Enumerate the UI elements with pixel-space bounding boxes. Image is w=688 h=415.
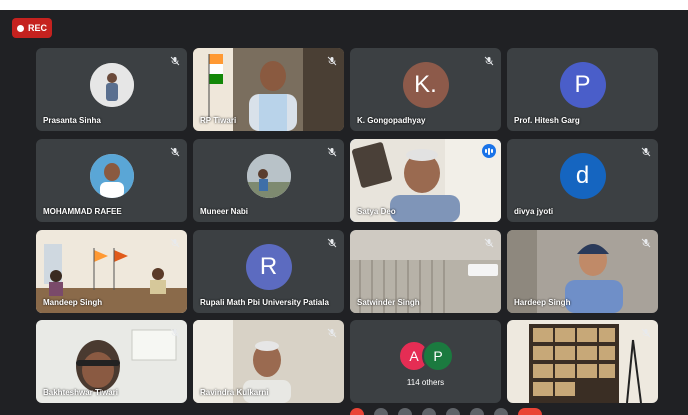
mic-off-icon	[482, 236, 495, 249]
participant-name: MOHAMMAD RAFEE	[43, 207, 122, 216]
mic-off-icon	[325, 54, 338, 67]
participant-tile[interactable]: Ravindra Kulkarni	[193, 320, 344, 403]
participant-avatar: P	[559, 62, 606, 109]
recording-badge: REC	[12, 18, 52, 38]
participant-avatar: d	[559, 153, 606, 200]
participant-tile[interactable]: MOHAMMAD RAFEE	[36, 139, 187, 222]
control-button-edge[interactable]	[446, 408, 460, 415]
mic-off-icon	[168, 54, 181, 67]
participant-avatar: K.	[402, 62, 449, 109]
participant-tile[interactable]: RP Tiwari	[193, 48, 344, 131]
control-button-edge[interactable]	[470, 408, 484, 415]
participant-name: Ravindra Kulkarni	[200, 388, 269, 397]
mic-off-icon	[168, 145, 181, 158]
participant-name: Prof. Hitesh Garg	[514, 116, 580, 125]
participant-name: RP Tiwari	[200, 116, 237, 125]
participant-tile[interactable]: Muneer Nabi	[193, 139, 344, 222]
participant-name: Bakhteshwar Tiwari	[43, 388, 118, 397]
mic-off-icon	[168, 236, 181, 249]
end-call-button-edge[interactable]	[518, 408, 542, 415]
participant-tile[interactable]: P Prof. Hitesh Garg	[507, 48, 658, 131]
participant-photo	[89, 63, 134, 108]
control-button-edge[interactable]	[422, 408, 436, 415]
participant-grid: Prasanta Sinha RP Tiwari K. K. Gongopadh…	[36, 48, 658, 403]
participant-photo	[89, 154, 134, 199]
mic-off-icon	[482, 54, 495, 67]
mic-off-icon	[325, 326, 338, 339]
participant-name: Muneer Nabi	[200, 207, 249, 216]
mic-off-icon	[325, 236, 338, 249]
participant-tile[interactable]: Mandeep Singh	[36, 230, 187, 313]
recording-label: REC	[27, 23, 47, 33]
mic-off-icon	[639, 145, 652, 158]
mic-off-icon	[325, 145, 338, 158]
participant-video	[507, 320, 658, 403]
participant-tile-active-speaker[interactable]: Satya Deo	[350, 139, 501, 222]
participant-avatar: R	[245, 244, 292, 291]
speaking-indicator-icon	[482, 144, 496, 158]
control-button-edge[interactable]	[374, 408, 388, 415]
mic-off-icon	[639, 326, 652, 339]
participant-tile[interactable]	[507, 320, 658, 403]
participant-tile[interactable]: Prasanta Sinha	[36, 48, 187, 131]
participant-tile[interactable]: Bakhteshwar Tiwari	[36, 320, 187, 403]
participant-tile[interactable]: R Rupali Math Pbi University Patiala	[193, 230, 344, 313]
participant-name: Satya Deo	[357, 207, 396, 216]
participant-tile[interactable]: Hardeep Singh	[507, 230, 658, 313]
participant-tile[interactable]: d divya jyoti	[507, 139, 658, 222]
participant-avatar: P	[422, 340, 454, 372]
mic-off-icon	[639, 236, 652, 249]
participant-name: Hardeep Singh	[514, 298, 571, 307]
controls-bar-edge	[340, 408, 550, 415]
participant-name: divya jyoti	[514, 207, 554, 216]
participant-tile[interactable]: K. K. Gongopadhyay	[350, 48, 501, 131]
top-strip	[0, 0, 688, 10]
participant-tile[interactable]: Satwinder Singh	[350, 230, 501, 313]
participant-name: K. Gongopadhyay	[357, 116, 426, 125]
participant-name: Mandeep Singh	[43, 298, 103, 307]
others-count-label: 114 others	[406, 378, 445, 387]
control-button-edge[interactable]	[398, 408, 412, 415]
participant-photo	[246, 154, 291, 199]
others-tile[interactable]: A P 114 others	[350, 320, 501, 403]
participant-name: Satwinder Singh	[357, 298, 420, 307]
participant-name: Prasanta Sinha	[43, 116, 101, 125]
participant-name: Rupali Math Pbi University Patiala	[200, 298, 329, 307]
mic-off-icon	[168, 326, 181, 339]
leave-call-button-edge[interactable]	[350, 408, 364, 415]
control-button-edge[interactable]	[494, 408, 508, 415]
record-dot-icon	[16, 24, 24, 32]
